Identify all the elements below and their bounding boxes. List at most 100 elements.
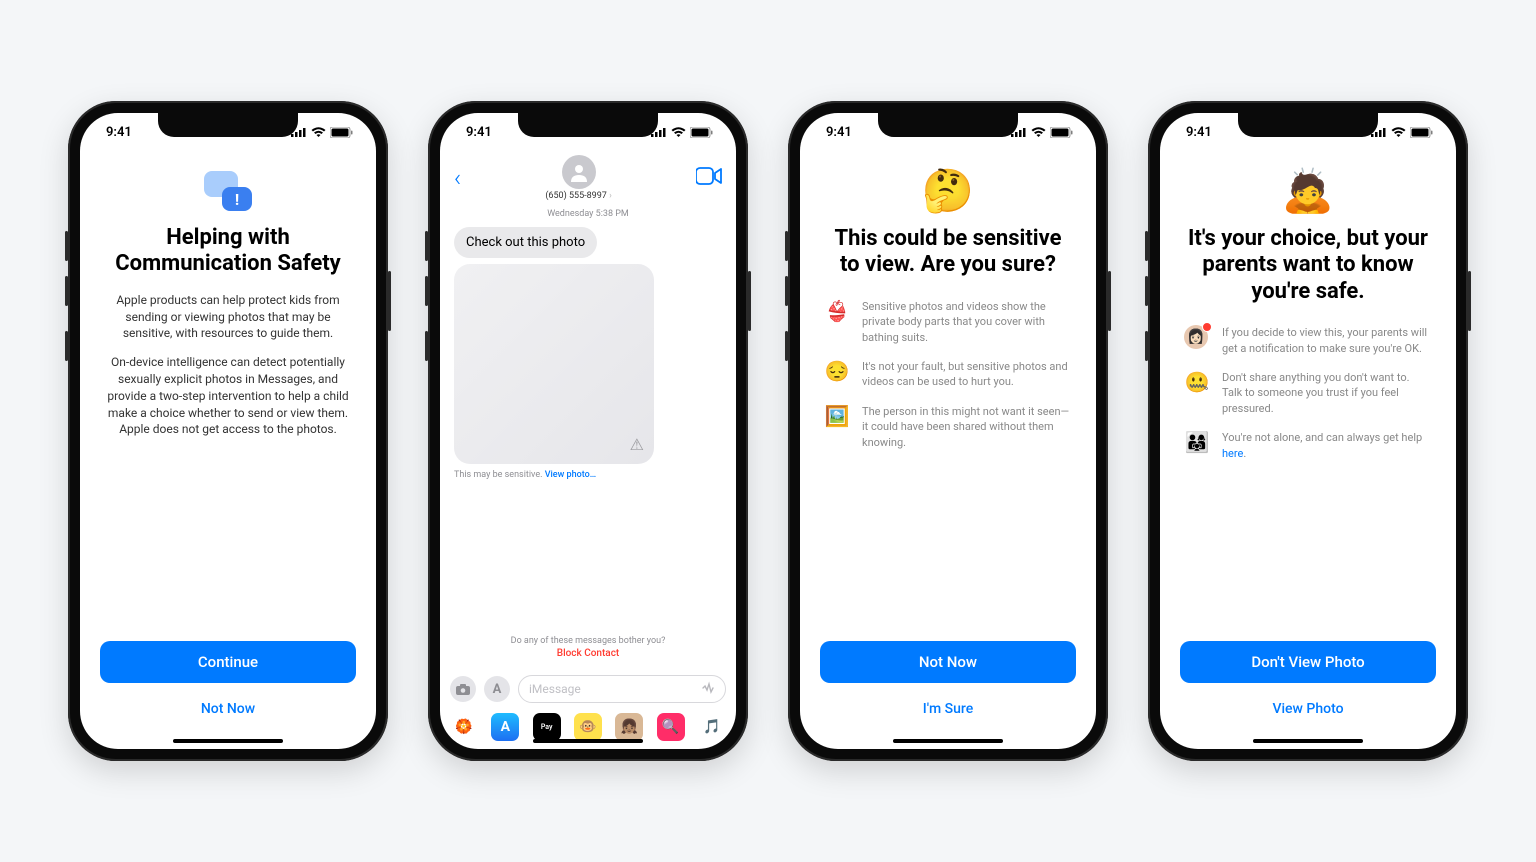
search-app-icon[interactable]: 🔍 bbox=[657, 713, 685, 741]
status-icons bbox=[1371, 127, 1434, 138]
help-link[interactable]: here bbox=[1222, 447, 1243, 460]
parent-notify-content: 🙇 It's your choice, but your parents wan… bbox=[1160, 151, 1456, 749]
home-indicator[interactable] bbox=[533, 739, 643, 743]
bullet-text: If you decide to view this, your parents… bbox=[1222, 325, 1432, 356]
music-app-icon[interactable]: 🎵 bbox=[698, 713, 726, 741]
battery-icon bbox=[1050, 127, 1074, 138]
wifi-icon bbox=[1031, 127, 1046, 138]
bullet-list: 👙 Sensitive photos and videos show the p… bbox=[820, 299, 1076, 450]
screen-1: 9:41 ! Helping with Communication Safety… bbox=[80, 113, 376, 749]
picture-emoji-icon: 🖼️ bbox=[824, 404, 850, 428]
zipper-mouth-emoji-icon: 🤐 bbox=[1184, 370, 1210, 394]
camera-button[interactable] bbox=[450, 676, 476, 702]
incoming-message[interactable]: Check out this photo bbox=[454, 227, 597, 258]
photos-app-icon[interactable]: 🏵️ bbox=[450, 713, 478, 741]
bullet-item: 👨‍👩‍👧 You're not alone, and can always g… bbox=[1184, 430, 1432, 461]
bullet-text: It's not your fault, but sensitive photo… bbox=[862, 359, 1072, 390]
home-indicator[interactable] bbox=[1253, 739, 1363, 743]
home-indicator[interactable] bbox=[893, 739, 1003, 743]
im-sure-button[interactable]: I'm Sure bbox=[820, 693, 1076, 725]
phone-frame-4: 9:41 🙇 It's your choice, but your parent… bbox=[1148, 101, 1468, 761]
communication-safety-icon: ! bbox=[204, 171, 252, 211]
screen-3: 9:41 🤔 This could be sensitive to view. … bbox=[800, 113, 1096, 749]
message-timestamp: Wednesday 5:38 PM bbox=[454, 209, 722, 219]
message-placeholder: iMessage bbox=[529, 682, 581, 696]
notch bbox=[878, 113, 1018, 137]
block-contact-button[interactable]: Block Contact bbox=[454, 648, 722, 659]
page-title: This could be sensitive to view. Are you… bbox=[820, 226, 1076, 279]
back-button[interactable]: ‹ bbox=[454, 164, 461, 192]
bullet-item: 🖼️ The person in this might not want it … bbox=[824, 404, 1072, 450]
status-time: 9:41 bbox=[826, 125, 852, 140]
screen-4: 9:41 🙇 It's your choice, but your parent… bbox=[1160, 113, 1456, 749]
wifi-icon bbox=[671, 127, 686, 138]
status-icons bbox=[1011, 127, 1074, 138]
page-title: Helping with Communication Safety bbox=[100, 225, 356, 278]
memoji-app-icon[interactable]: 🐵 bbox=[574, 713, 602, 741]
not-now-button[interactable]: Not Now bbox=[100, 693, 356, 725]
parent-avatar-icon: 👩🏻 bbox=[1184, 325, 1210, 349]
contact-avatar bbox=[562, 155, 596, 189]
bullet-text: You're not alone, and can always get hel… bbox=[1222, 430, 1432, 461]
voice-record-icon[interactable] bbox=[701, 681, 715, 698]
bullet-list: 👩🏻 If you decide to view this, your pare… bbox=[1180, 325, 1436, 461]
messages-header: ‹ (650) 555-8997 › bbox=[440, 151, 736, 205]
notch bbox=[158, 113, 298, 137]
phone-frame-2: 9:41 ‹ (650) 555-8997 › Wednesday 5:38 P… bbox=[428, 101, 748, 761]
memoji2-app-icon[interactable]: 👧🏽 bbox=[615, 713, 643, 741]
home-indicator[interactable] bbox=[173, 739, 283, 743]
family-emoji-icon: 👨‍👩‍👧 bbox=[1184, 430, 1210, 454]
bullet-item: 👙 Sensitive photos and videos show the p… bbox=[824, 299, 1072, 345]
app-store-button[interactable]: A bbox=[484, 676, 510, 702]
notification-badge-icon bbox=[1202, 322, 1212, 332]
not-now-button[interactable]: Not Now bbox=[820, 641, 1076, 683]
battery-icon bbox=[330, 127, 354, 138]
intro-paragraph-2: On-device intelligence can detect potent… bbox=[100, 354, 356, 438]
contact-info[interactable]: (650) 555-8997 › bbox=[545, 155, 611, 201]
warning-content: 🤔 This could be sensitive to view. Are y… bbox=[800, 151, 1096, 749]
bowing-emoji-icon: 🙇 bbox=[1180, 167, 1436, 216]
intro-paragraph-1: Apple products can help protect kids fro… bbox=[100, 292, 356, 342]
notch bbox=[1238, 113, 1378, 137]
battery-icon bbox=[1410, 127, 1434, 138]
bullet-item: 👩🏻 If you decide to view this, your pare… bbox=[1184, 325, 1432, 356]
facetime-button[interactable] bbox=[696, 167, 722, 189]
continue-button[interactable]: Continue bbox=[100, 641, 356, 683]
blurred-photo[interactable]: ⚠︎ bbox=[454, 264, 654, 464]
page-title: It's your choice, but your parents want … bbox=[1180, 226, 1436, 305]
status-time: 9:41 bbox=[1186, 125, 1212, 140]
applepay-app-icon[interactable]: Pay bbox=[533, 713, 561, 741]
thinking-emoji-icon: 🤔 bbox=[820, 167, 1076, 216]
bullet-text: The person in this might not want it see… bbox=[862, 404, 1072, 450]
status-icons bbox=[651, 127, 714, 138]
bullet-item: 😔 It's not your fault, but sensitive pho… bbox=[824, 359, 1072, 390]
message-input[interactable]: iMessage bbox=[518, 675, 726, 703]
sad-emoji-icon: 😔 bbox=[824, 359, 850, 383]
screen-2: 9:41 ‹ (650) 555-8997 › Wednesday 5:38 P… bbox=[440, 113, 736, 749]
message-thread[interactable]: Wednesday 5:38 PM Check out this photo ⚠… bbox=[440, 205, 736, 669]
status-time: 9:41 bbox=[466, 125, 492, 140]
bother-prompt: Do any of these messages bother you? bbox=[454, 636, 722, 646]
contact-phone: (650) 555-8997 bbox=[545, 191, 607, 201]
bullet-text: Sensitive photos and videos show the pri… bbox=[862, 299, 1072, 345]
bikini-emoji-icon: 👙 bbox=[824, 299, 850, 323]
dont-view-button[interactable]: Don't View Photo bbox=[1180, 641, 1436, 683]
app-strip[interactable]: 🏵️ A Pay 🐵 👧🏽 🔍 🎵 bbox=[440, 709, 736, 749]
view-photo-link[interactable]: View photo… bbox=[545, 470, 596, 480]
phone-frame-3: 9:41 🤔 This could be sensitive to view. … bbox=[788, 101, 1108, 761]
bullet-item: 🤐 Don't share anything you don't want to… bbox=[1184, 370, 1432, 416]
battery-icon bbox=[690, 127, 714, 138]
bullet-text: Don't share anything you don't want to. … bbox=[1222, 370, 1432, 416]
warning-icon: ⚠︎ bbox=[630, 435, 644, 454]
sensitive-caption: This may be sensitive. View photo… bbox=[454, 470, 722, 480]
notch bbox=[518, 113, 658, 137]
wifi-icon bbox=[1391, 127, 1406, 138]
view-photo-button[interactable]: View Photo bbox=[1180, 693, 1436, 725]
phone-frame-1: 9:41 ! Helping with Communication Safety… bbox=[68, 101, 388, 761]
onboarding-content: ! Helping with Communication Safety Appl… bbox=[80, 151, 376, 749]
compose-bar: A iMessage bbox=[440, 669, 736, 709]
appstore-app-icon[interactable]: A bbox=[491, 713, 519, 741]
wifi-icon bbox=[311, 127, 326, 138]
status-icons bbox=[291, 127, 354, 138]
status-time: 9:41 bbox=[106, 125, 132, 140]
